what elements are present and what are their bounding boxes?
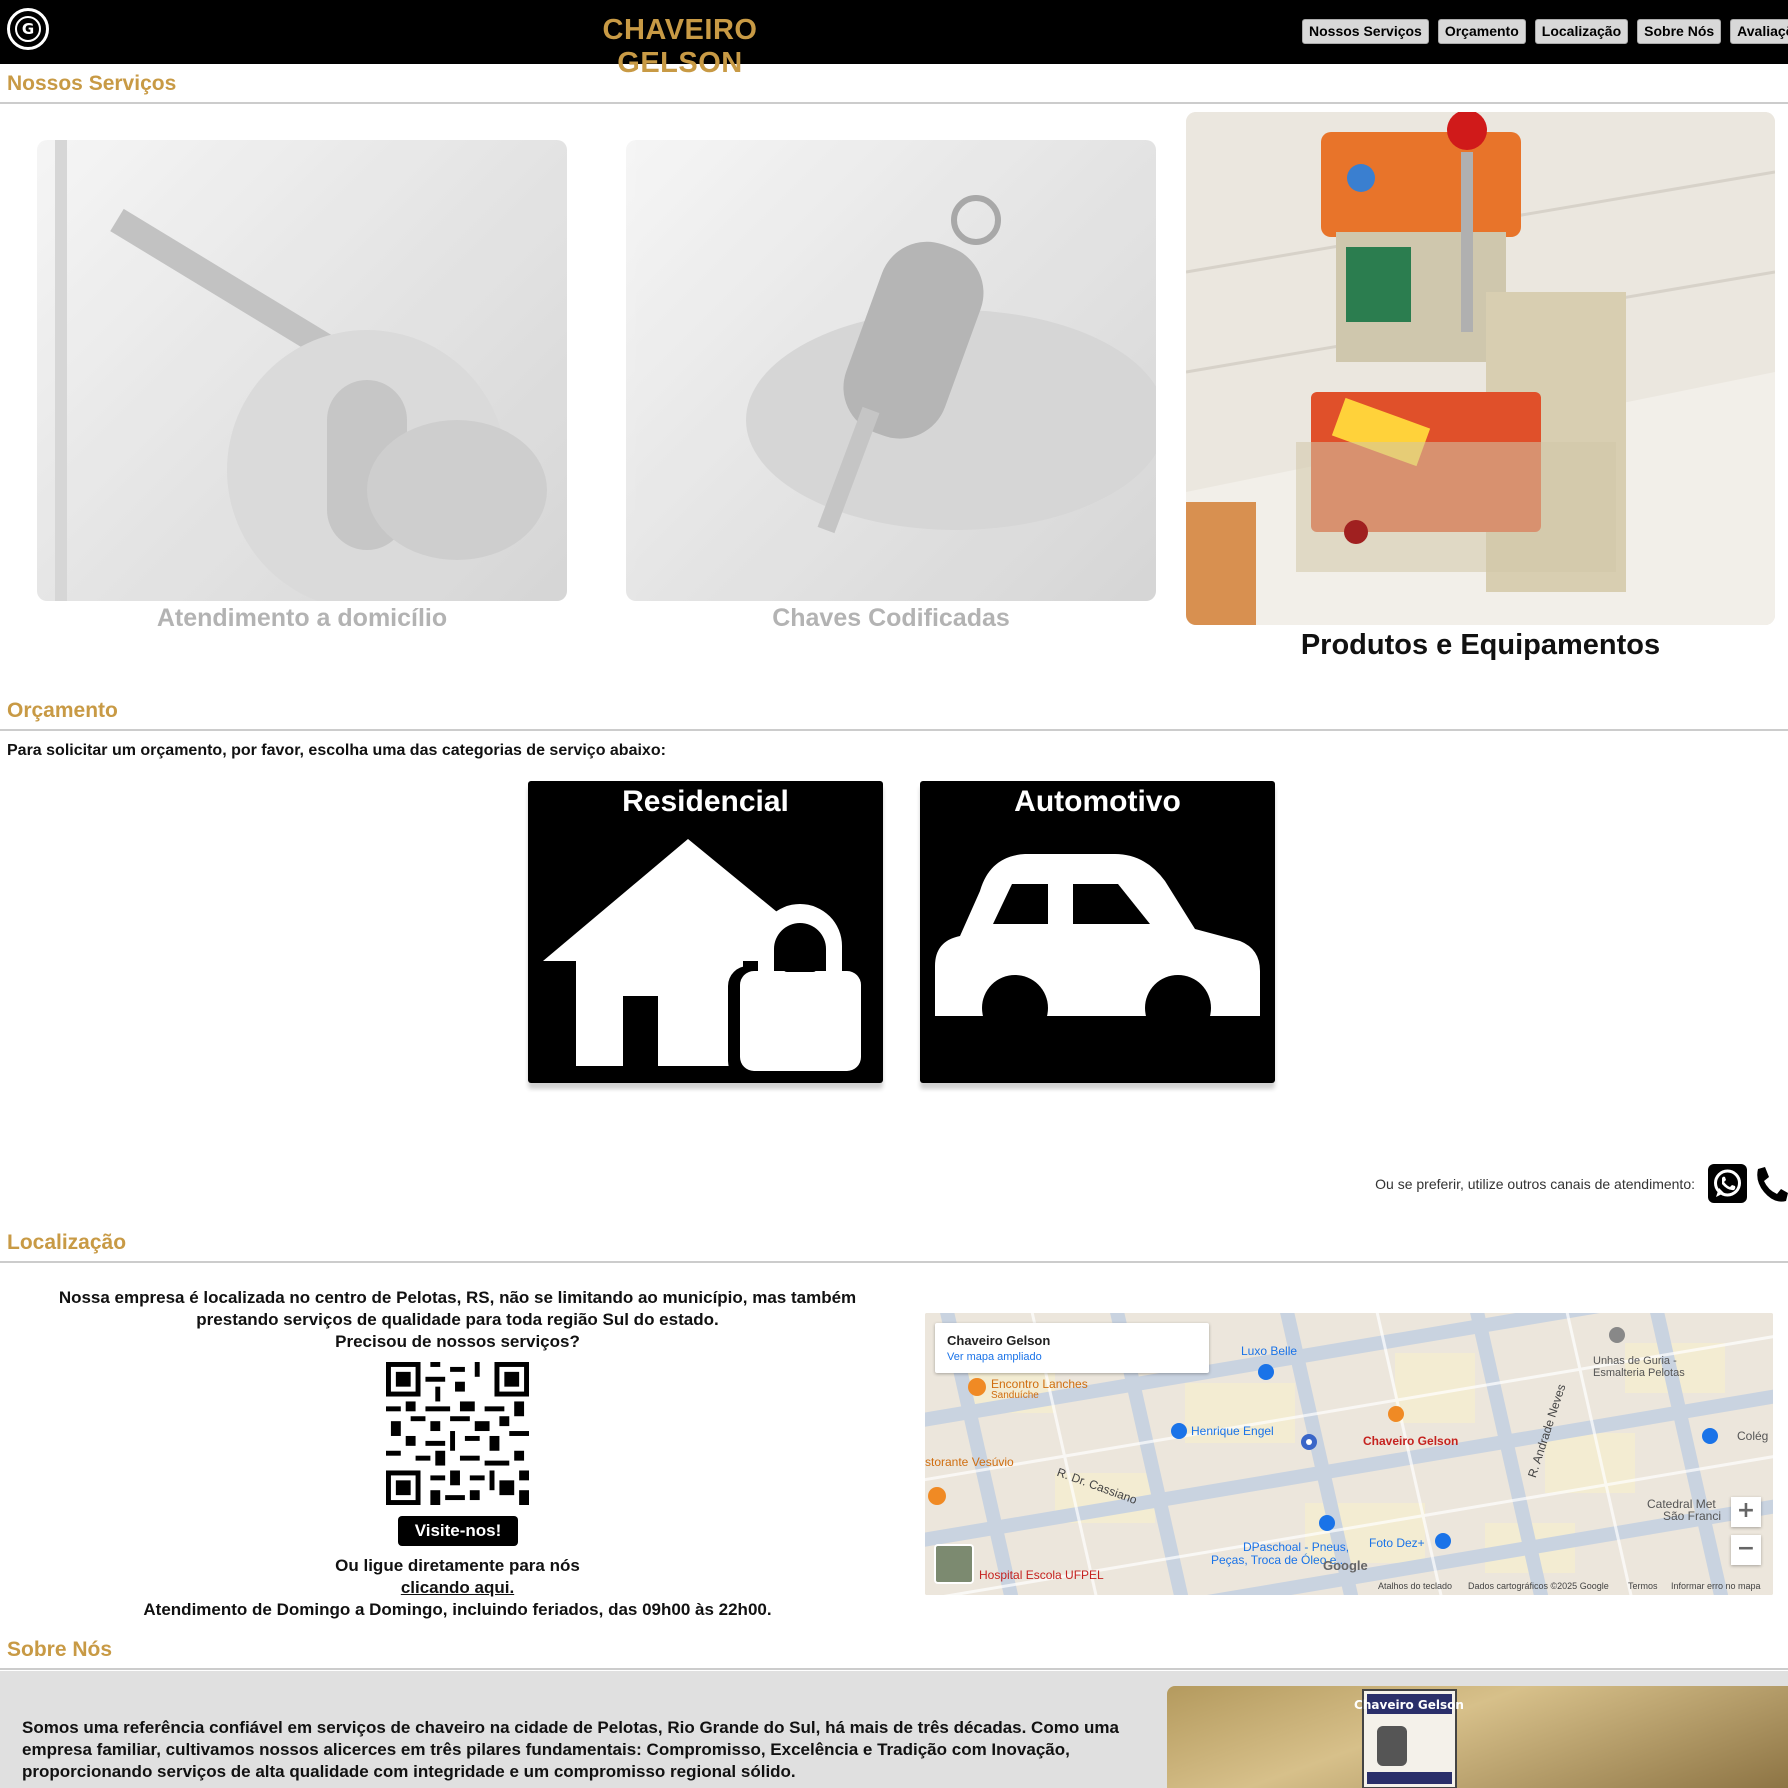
divider bbox=[0, 102, 1788, 104]
map-footer-link[interactable]: Termos bbox=[1628, 1581, 1658, 1591]
nav-nossos-servicos[interactable]: Nossos Serviços bbox=[1302, 19, 1429, 44]
google-logo: Google bbox=[1323, 1558, 1368, 1573]
nav-localizacao[interactable]: Localização bbox=[1534, 19, 1629, 44]
brand-title: CHAVEIRO GELSON bbox=[602, 14, 758, 79]
map-label: Luxo Belle bbox=[1241, 1344, 1298, 1358]
category-residencial-button[interactable]: Residencial bbox=[528, 781, 883, 1083]
map-zoom-in-button[interactable]: + bbox=[1731, 1497, 1761, 1527]
phone-icon[interactable] bbox=[1752, 1164, 1788, 1203]
divider bbox=[0, 729, 1788, 731]
service-image-domicilio[interactable] bbox=[37, 140, 567, 601]
qr-code-image[interactable] bbox=[386, 1362, 529, 1505]
lock-picking-image bbox=[55, 140, 547, 601]
call-link[interactable]: clicando aqui. bbox=[40, 1577, 875, 1599]
divider bbox=[0, 1668, 1788, 1670]
orcamento-intro: Para solicitar um orçamento, por favor, … bbox=[7, 742, 666, 759]
service-caption-chaves: Chaves Codificadas bbox=[772, 604, 1010, 632]
call-text: Ou ligue diretamente para nós bbox=[335, 1556, 580, 1575]
location-line: Nossa empresa é localizada no centro de … bbox=[58, 1288, 857, 1307]
car-icon bbox=[935, 854, 1260, 1041]
whatsapp-icon[interactable] bbox=[1708, 1164, 1747, 1203]
nav-avaliacoes[interactable]: Avaliações bbox=[1730, 19, 1788, 44]
site-header: G CHAVEIRO GELSON Nossos Serviços Orçame… bbox=[0, 0, 1788, 79]
map-place-name: Chaveiro Gelson bbox=[947, 1333, 1051, 1348]
category-automotivo-button[interactable]: Automotivo bbox=[920, 781, 1275, 1083]
alt-channels-text: Ou se preferir, utilize outros canais de… bbox=[1375, 1176, 1695, 1192]
car-key-image bbox=[746, 195, 1156, 534]
map-label: Henrique Engel bbox=[1191, 1424, 1274, 1438]
visit-us-button[interactable]: Visite-nos! bbox=[398, 1516, 518, 1546]
main-nav: Nossos Serviços Orçamento Localização So… bbox=[1302, 19, 1788, 44]
google-map[interactable]: Chaveiro Gelson Ver mapa ampliado Luxo B… bbox=[925, 1313, 1773, 1595]
map-label: storante Vesúvio bbox=[925, 1455, 1014, 1469]
service-caption-domicilio: Atendimento a domicílio bbox=[156, 604, 448, 632]
map-label: Sanduíche bbox=[991, 1390, 1039, 1401]
map-label: Hospital Escola UFPEL bbox=[979, 1568, 1104, 1582]
map-label: Colég bbox=[1737, 1429, 1769, 1443]
map-footer-link[interactable]: Atalhos do teclado bbox=[1378, 1581, 1452, 1591]
service-image-equipamentos[interactable] bbox=[1186, 112, 1775, 625]
location-line: prestando serviços de qualidade para tod… bbox=[196, 1310, 719, 1329]
storefront-image: Chaveiro Gelson bbox=[1167, 1686, 1788, 1788]
house-lock-icon bbox=[543, 839, 873, 1081]
divider bbox=[0, 1261, 1788, 1263]
logo-icon[interactable]: G bbox=[7, 8, 49, 50]
map-label: São Franci bbox=[1663, 1509, 1722, 1523]
map-label: Encontro Lanches bbox=[991, 1377, 1088, 1391]
nav-orcamento[interactable]: Orçamento bbox=[1437, 19, 1526, 44]
location-description: Nossa empresa é localizada no centro de … bbox=[40, 1287, 875, 1353]
map-pin-label[interactable]: Chaveiro Gelson bbox=[1363, 1434, 1458, 1448]
service-caption-equipamentos: Produtos e Equipamentos bbox=[1300, 629, 1661, 661]
section-title-sobre: Sobre Nós bbox=[7, 1638, 113, 1661]
map-label: Esmalteria Pelotas bbox=[1593, 1367, 1685, 1379]
section-title-localizacao: Localização bbox=[7, 1231, 127, 1254]
shop-sign-image: Chaveiro Gelson bbox=[1354, 1689, 1464, 1788]
location-question: Precisou de nossos serviços? bbox=[335, 1332, 580, 1351]
map-label: Unhas de Guria - bbox=[1593, 1355, 1677, 1367]
nav-sobre-nos[interactable]: Sobre Nós bbox=[1637, 19, 1722, 44]
map-footer-text: Dados cartográficos ©2025 Google bbox=[1468, 1581, 1609, 1591]
sign-text: Chaveiro Gelson bbox=[1354, 1698, 1464, 1712]
section-title-servicos: Nossos Serviços bbox=[7, 72, 177, 95]
map-label: Foto Dez+ bbox=[1369, 1536, 1425, 1550]
map-label: DPaschoal - Pneus, bbox=[1243, 1540, 1350, 1554]
opening-hours: Atendimento de Domingo a Domingo, inclui… bbox=[143, 1600, 772, 1619]
map-place-card: Chaveiro Gelson Ver mapa ampliado bbox=[935, 1323, 1209, 1373]
section-title-orcamento: Orçamento bbox=[7, 699, 118, 722]
about-text: Somos uma referência confiável em serviç… bbox=[22, 1718, 1119, 1781]
map-zoom-out-button[interactable]: − bbox=[1731, 1535, 1761, 1565]
call-info: Ou ligue diretamente para nós clicando a… bbox=[40, 1555, 875, 1621]
map-enlarge-link[interactable]: Ver mapa ampliado bbox=[947, 1351, 1042, 1363]
key-cutting-machine-image bbox=[1186, 112, 1775, 625]
service-image-chaves[interactable] bbox=[626, 140, 1156, 601]
map-footer-link[interactable]: Informar erro no mapa bbox=[1671, 1581, 1761, 1591]
